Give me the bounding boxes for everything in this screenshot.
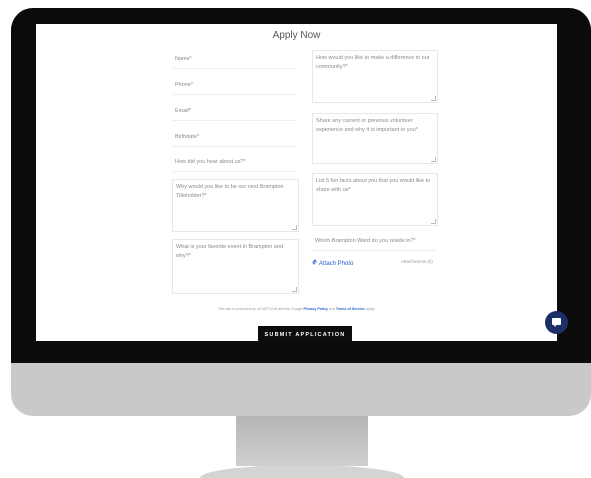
recaptcha-notice: This site is protected by reCAPTCHA and … [36, 307, 557, 311]
phone-placeholder: Phone* [175, 82, 194, 88]
page-title: Apply Now [272, 30, 321, 41]
ward-placeholder: Which Brampton Ward do you reside in?* [315, 238, 416, 244]
why-titleholder-textarea[interactable]: Why would you like to be our next Brampt… [172, 179, 299, 232]
name-placeholder: Name* [175, 56, 192, 62]
terms-of-service-link[interactable]: Terms of Service [336, 307, 365, 311]
resize-grip[interactable] [292, 225, 297, 230]
screen: Apply Now Name* Phone* Email* Birthdate*… [36, 24, 557, 341]
difference-textarea[interactable]: How would you like to make a difference … [312, 50, 438, 103]
recaptcha-suffix: apply. [365, 307, 375, 311]
fun-facts-textarea[interactable]: List 5 fun facts about you that you woul… [312, 173, 438, 226]
monitor-stand [236, 416, 368, 466]
privacy-policy-link[interactable]: Privacy Policy [304, 307, 328, 311]
phone-field[interactable]: Phone* [172, 78, 297, 95]
recaptcha-and: and [328, 307, 335, 311]
hear-about-placeholder: How did you hear about us?* [175, 159, 246, 165]
ward-field[interactable]: Which Brampton Ward do you reside in?* [312, 234, 436, 251]
email-field[interactable]: Email* [172, 104, 297, 121]
monitor-foot [200, 465, 404, 478]
favorite-event-placeholder: What is your favorite event in Brampton … [176, 244, 283, 259]
resize-grip[interactable] [431, 157, 436, 162]
attachments-count: Attachments (0) [401, 259, 433, 264]
attach-photo-label: Attach Photo [319, 260, 354, 267]
resize-grip[interactable] [431, 219, 436, 224]
fun-facts-placeholder: List 5 fun facts about you that you woul… [316, 178, 431, 193]
paperclip-icon [312, 259, 317, 268]
volunteer-textarea[interactable]: Share any current or previous volunteer … [312, 113, 438, 164]
submit-application-button[interactable]: SUBMIT APPLICATION [258, 326, 352, 341]
name-field[interactable]: Name* [172, 52, 297, 69]
resize-grip[interactable] [292, 287, 297, 292]
email-placeholder: Email* [175, 108, 191, 114]
difference-placeholder: How would you like to make a difference … [316, 55, 430, 70]
resize-grip[interactable] [431, 96, 436, 101]
attach-photo-link[interactable]: Attach Photo [312, 259, 353, 268]
hear-about-field[interactable]: How did you hear about us?* [172, 155, 297, 172]
why-titleholder-placeholder: Why would you like to be our next Brampt… [176, 184, 284, 199]
volunteer-placeholder: Share any current or previous volunteer … [316, 118, 418, 133]
chat-button[interactable] [545, 311, 568, 334]
birthdate-field[interactable]: Birthdate* [172, 130, 297, 147]
recaptcha-prefix: This site is protected by reCAPTCHA and … [218, 307, 303, 311]
birthdate-placeholder: Birthdate* [175, 134, 200, 140]
favorite-event-textarea[interactable]: What is your favorite event in Brampton … [172, 239, 299, 294]
